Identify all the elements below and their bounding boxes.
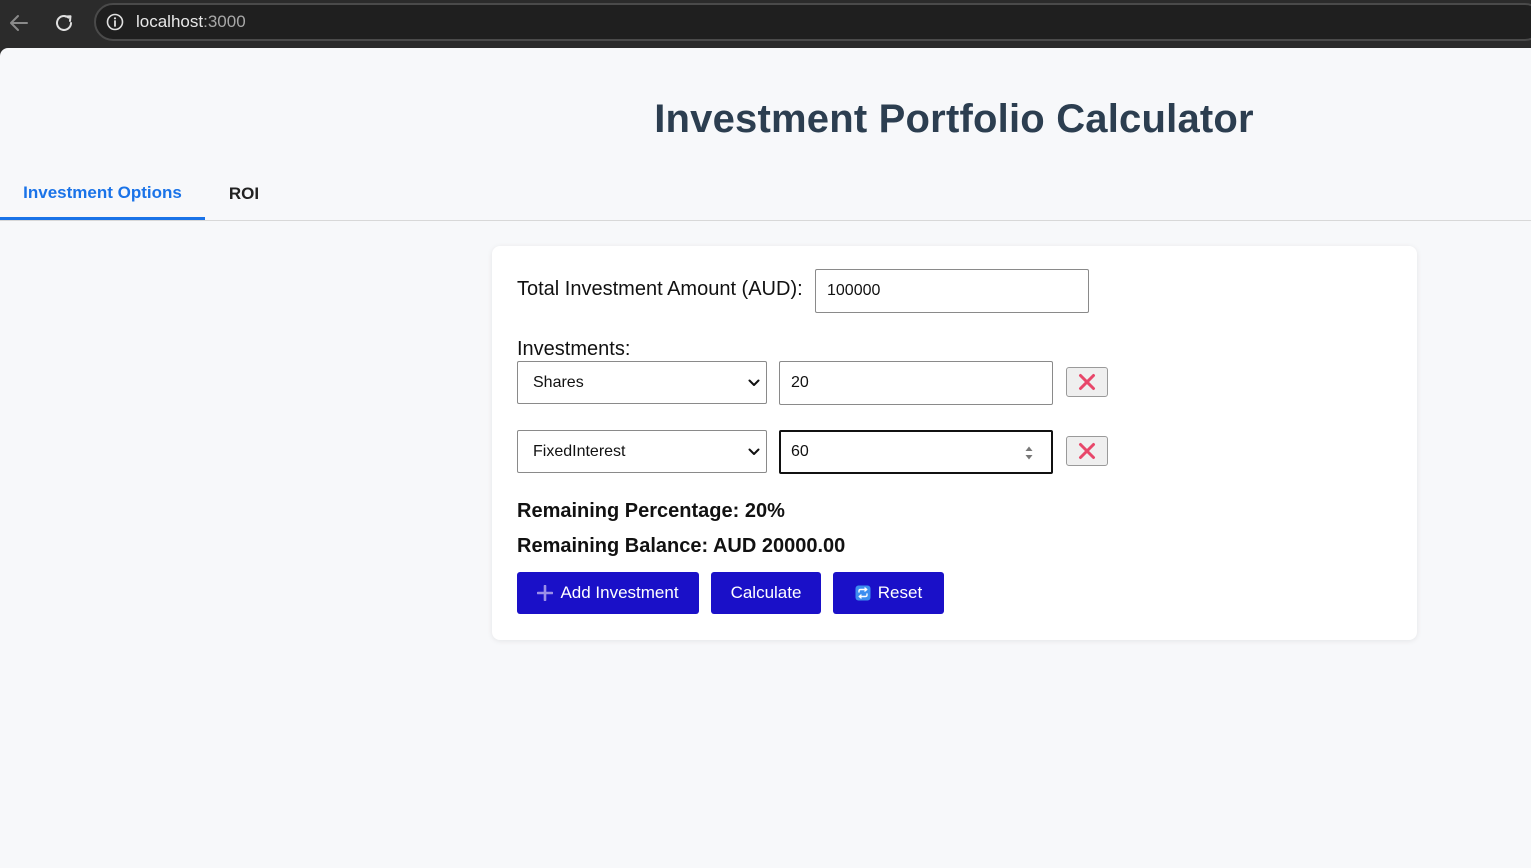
tab-bar: Investment Options ROI	[0, 168, 1531, 221]
investment-type-value: Shares	[533, 373, 584, 391]
chevron-down-icon	[748, 379, 760, 386]
investment-percent-input[interactable]	[779, 361, 1053, 405]
cross-mark-icon	[1079, 443, 1095, 459]
reset-label: Reset	[877, 583, 923, 602]
repeat-icon	[855, 585, 871, 601]
number-spinner-icon[interactable]	[1024, 444, 1034, 462]
remaining-percentage: Remaining Percentage: 20%	[517, 500, 785, 522]
investment-row: Shares	[517, 361, 1117, 405]
investment-type-select[interactable]: FixedInterest	[517, 430, 767, 473]
url-text: localhost:3000	[136, 12, 246, 32]
investment-row: FixedInterest	[517, 430, 1117, 474]
calculate-button[interactable]: Calculate	[711, 572, 821, 614]
reload-icon	[56, 14, 72, 31]
tab-investment-options[interactable]: Investment Options	[0, 168, 205, 220]
cross-mark-icon	[1079, 374, 1095, 390]
investment-type-select[interactable]: Shares	[517, 361, 767, 404]
investments-label: Investments:	[517, 338, 631, 360]
remove-investment-button[interactable]	[1066, 436, 1108, 466]
investment-percent-input[interactable]	[779, 430, 1053, 474]
tab-roi[interactable]: ROI	[205, 168, 283, 220]
arrow-left-icon	[10, 15, 28, 31]
total-amount-input[interactable]	[815, 269, 1089, 313]
reset-button[interactable]: Reset	[833, 572, 944, 614]
calculator-card: Total Investment Amount (AUD): Investmen…	[492, 246, 1417, 640]
total-amount-label: Total Investment Amount (AUD):	[517, 278, 803, 300]
info-icon[interactable]	[106, 13, 124, 31]
url-host: localhost	[136, 12, 204, 31]
investment-type-value: FixedInterest	[533, 442, 626, 460]
url-port: :3000	[203, 12, 246, 31]
page-title: Investment Portfolio Calculator	[654, 97, 1254, 141]
add-investment-label: Add Investment	[560, 583, 679, 602]
address-bar[interactable]: localhost:3000	[94, 3, 1531, 41]
remaining-balance: Remaining Balance: AUD 20000.00	[517, 535, 846, 557]
back-button[interactable]	[4, 8, 34, 38]
chevron-down-icon	[748, 448, 760, 455]
browser-toolbar: localhost:3000	[0, 0, 1531, 46]
page-content: Investment Portfolio Calculator Investme…	[0, 48, 1531, 868]
remove-investment-button[interactable]	[1066, 367, 1108, 397]
plus-icon	[537, 585, 554, 601]
reload-button[interactable]	[49, 8, 79, 38]
add-investment-button[interactable]: Add Investment	[517, 572, 699, 614]
